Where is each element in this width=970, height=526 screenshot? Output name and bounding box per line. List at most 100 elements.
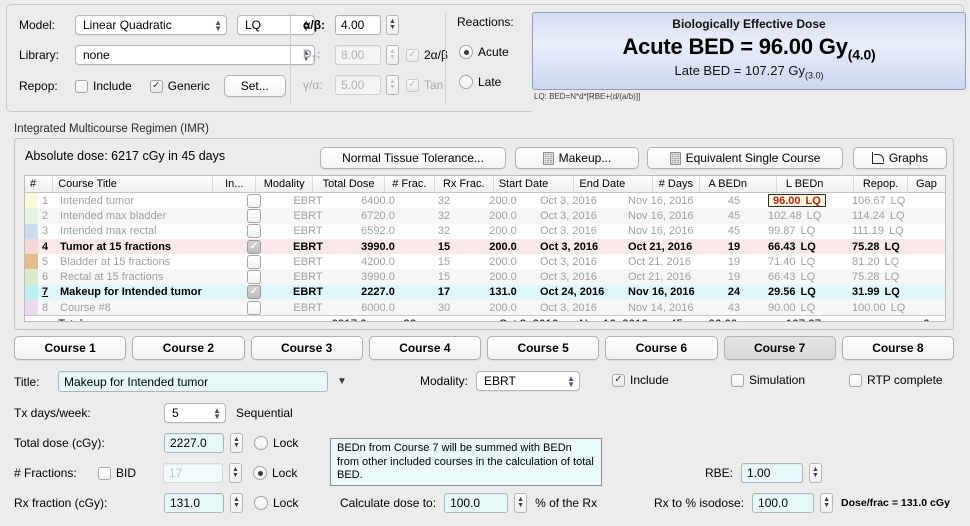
table-row[interactable]: 2Intended max bladderEBRT6720.032200.0Oc… xyxy=(25,208,945,223)
tx-days-select[interactable]: 5 ▲▼ xyxy=(164,403,226,423)
modality-select[interactable]: EBRT ▲▼ xyxy=(476,371,580,391)
col-header-end[interactable]: End Date xyxy=(574,176,653,192)
fractions-lock-radio[interactable] xyxy=(253,466,267,480)
total-dose-stepper[interactable]: ▲▼ xyxy=(230,433,243,453)
total-dose-input[interactable]: 2227.0 xyxy=(164,433,224,453)
rbe-input[interactable]: 1.00 xyxy=(741,463,803,483)
course-tab-3[interactable]: Course 3 xyxy=(251,336,363,360)
rx-fraction-lock-radio[interactable] xyxy=(254,496,268,510)
cell-total-dose: 6720.0 xyxy=(339,210,417,222)
acute-radio[interactable] xyxy=(459,45,473,59)
include-checkbox[interactable]: ✓ xyxy=(612,374,625,387)
rtp-complete-checkbox[interactable] xyxy=(849,374,862,387)
tan-checkbox[interactable]: ✓ xyxy=(406,79,419,92)
calculate-dose-stepper[interactable]: ▲▼ xyxy=(514,493,527,513)
row-include-checkbox[interactable]: ✓ xyxy=(247,285,261,299)
alpha-beta-stepper[interactable]: ▲▼ xyxy=(386,15,399,35)
cell-include[interactable] xyxy=(231,194,277,208)
repop-set-button[interactable]: Set... xyxy=(224,75,286,97)
table-row[interactable]: 8Course #8EBRT6000.030200.0Oct 3, 2016No… xyxy=(25,300,945,315)
late-radio[interactable] xyxy=(459,75,473,89)
cell-days: 19 xyxy=(709,271,759,283)
col-header-lbedn[interactable]: L BEDn xyxy=(777,176,854,192)
cell-include[interactable] xyxy=(231,224,277,238)
equivalent-single-course-button[interactable]: Equivalent Single Course xyxy=(647,147,843,169)
row-include-checkbox[interactable] xyxy=(247,194,261,208)
cell-abedn: 99.87LQ xyxy=(759,225,843,237)
simulation-row[interactable]: Simulation xyxy=(731,373,805,387)
col-header-include[interactable]: In... xyxy=(213,176,256,192)
fractions-input[interactable]: 17 xyxy=(163,463,223,483)
course-tab-6[interactable]: Course 6 xyxy=(605,336,717,360)
cell-include[interactable]: ✓ xyxy=(231,240,277,254)
row-include-checkbox[interactable] xyxy=(247,224,261,238)
dt-label: DT: xyxy=(303,47,335,63)
table-row[interactable]: 5Bladder at 15 fractionsEBRT4200.015200.… xyxy=(25,254,945,269)
table-row[interactable]: 3Intended max rectalEBRT6592.032200.0Oct… xyxy=(25,224,945,239)
model-select[interactable]: Linear Quadratic ▲▼ xyxy=(75,15,227,35)
row-include-checkbox[interactable]: ✓ xyxy=(247,240,261,254)
course-tab-5[interactable]: Course 5 xyxy=(487,336,599,360)
makeup-button[interactable]: Makeup... xyxy=(515,147,639,169)
dt-field[interactable]: 8.00 xyxy=(335,45,381,65)
isodose-stepper[interactable]: ▲▼ xyxy=(820,493,833,513)
col-header-abedn[interactable]: A BEDn xyxy=(700,176,777,192)
table-row[interactable]: 4Tumor at 15 fractions✓EBRT3990.015200.0… xyxy=(25,239,945,254)
rtp-complete-row[interactable]: RTP complete xyxy=(849,373,943,387)
col-header-modality[interactable]: Modality xyxy=(256,176,313,192)
two-alpha-beta-checkbox[interactable]: ✓ xyxy=(406,49,419,62)
rbe-stepper[interactable]: ▲▼ xyxy=(809,463,822,483)
col-header-start[interactable]: Start Date xyxy=(494,176,575,192)
row-include-checkbox[interactable] xyxy=(247,255,261,269)
gamma-alpha-stepper[interactable]: ▲▼ xyxy=(386,75,399,95)
table-row[interactable]: 6Rectal at 15 fractionsEBRT3990.015200.0… xyxy=(25,269,945,284)
graphs-button[interactable]: Graphs xyxy=(853,147,947,169)
row-include-checkbox[interactable] xyxy=(247,209,261,223)
gamma-alpha-field[interactable]: 5.00 xyxy=(335,75,381,95)
course-tab-7[interactable]: Course 7 xyxy=(724,336,836,360)
col-header-gap[interactable]: Gap xyxy=(908,176,945,192)
repop-include-checkbox[interactable] xyxy=(75,80,88,93)
divider xyxy=(290,13,291,103)
late-radio-row[interactable]: Late xyxy=(459,75,501,89)
cell-include[interactable] xyxy=(231,209,277,223)
total-dose-lock-radio[interactable] xyxy=(254,436,268,450)
cell-rxfrac: 200.0 xyxy=(471,210,535,222)
repop-generic-checkbox[interactable]: ✓ xyxy=(150,80,163,93)
acute-radio-row[interactable]: Acute xyxy=(459,45,509,59)
col-header-repop[interactable]: Repop. xyxy=(854,176,908,192)
include-row[interactable]: ✓ Include xyxy=(612,373,669,387)
col-header-nfrac[interactable]: # Frac. xyxy=(385,176,435,192)
course-tab-1[interactable]: Course 1 xyxy=(14,336,126,360)
col-header-rxfrac[interactable]: Rx Frac. xyxy=(435,176,494,192)
table-row[interactable]: 1Intended tumorEBRT6400.032200.0Oct 3, 2… xyxy=(25,193,945,208)
table-row[interactable]: 7Makeup for Intended tumor✓EBRT2227.0171… xyxy=(25,285,945,300)
active-bed-value[interactable]: 96.00LQ xyxy=(768,194,826,207)
col-header-total[interactable]: Total Dose xyxy=(313,176,385,192)
dt-stepper[interactable]: ▲▼ xyxy=(386,45,399,65)
col-header-num[interactable]: # xyxy=(25,176,53,192)
cell-include[interactable]: ✓ xyxy=(231,285,277,299)
col-header-days[interactable]: # Days xyxy=(653,176,699,192)
row-include-checkbox[interactable] xyxy=(247,301,261,315)
cell-include[interactable] xyxy=(231,270,277,284)
rx-fraction-stepper[interactable]: ▲▼ xyxy=(230,493,243,513)
col-header-title[interactable]: Course Title xyxy=(53,176,213,192)
bid-checkbox[interactable] xyxy=(98,467,111,480)
alpha-beta-field[interactable]: 4.00 xyxy=(335,15,381,35)
fractions-stepper[interactable]: ▲▼ xyxy=(229,463,242,483)
simulation-checkbox[interactable] xyxy=(731,374,744,387)
normal-tissue-tolerance-button[interactable]: Normal Tissue Tolerance... xyxy=(320,147,506,169)
calculate-dose-input[interactable]: 100.0 xyxy=(444,493,508,513)
library-select[interactable]: none ▲▼ xyxy=(75,45,315,65)
chevron-down-icon[interactable]: ▼ xyxy=(337,376,347,387)
cell-include[interactable] xyxy=(231,301,277,315)
isodose-input[interactable]: 100.0 xyxy=(752,493,814,513)
row-include-checkbox[interactable] xyxy=(247,270,261,284)
cell-include[interactable] xyxy=(231,255,277,269)
rx-fraction-input[interactable]: 131.0 xyxy=(164,493,224,513)
course-tab-2[interactable]: Course 2 xyxy=(132,336,244,360)
course-tab-8[interactable]: Course 8 xyxy=(842,336,954,360)
course-tab-4[interactable]: Course 4 xyxy=(369,336,481,360)
course-title-input[interactable]: Makeup for Intended tumor xyxy=(58,371,328,392)
